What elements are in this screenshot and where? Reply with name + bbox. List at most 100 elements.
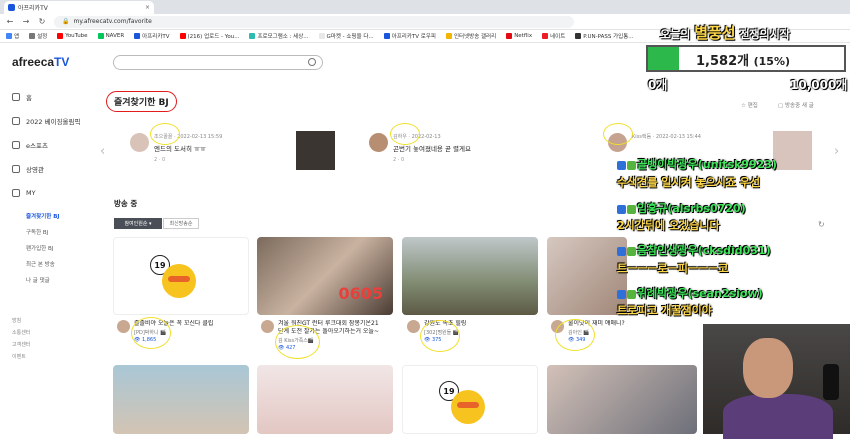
gauge-value: 1,582개 (15%) — [696, 54, 791, 69]
broadcast-thumbnail[interactable]: 0605 — [257, 237, 393, 315]
bookmark-item[interactable]: 네이트 — [542, 32, 565, 40]
sidebar-subitem[interactable]: 나 글 댓글 — [0, 272, 95, 288]
sidebar-footer-link[interactable]: 이벤트 — [0, 350, 95, 362]
bookmark-item[interactable]: 아프리카TV 로우피 — [383, 32, 436, 40]
sidebar-item[interactable]: MY — [0, 184, 95, 202]
sidebar-item[interactable]: 2022 베이징올림픽 — [0, 112, 95, 130]
sidebar-footer-link[interactable]: 소통센터 — [0, 326, 95, 338]
post-time: 2022-02-13 15:59 — [177, 134, 223, 140]
avatar — [130, 133, 149, 152]
sidebar-footer-link[interactable]: 방침 — [0, 314, 95, 326]
mascot-icon — [162, 264, 196, 298]
broadcast-thumbnail[interactable] — [547, 237, 627, 315]
scoreboard-graphic: 0605 — [338, 284, 383, 303]
logo-tv-text: TV — [54, 55, 70, 69]
sidebar-subitem[interactable]: 구독한 BJ — [0, 224, 95, 240]
avatar — [117, 320, 130, 333]
microphone-icon — [823, 364, 839, 400]
post-thumbnail[interactable] — [773, 131, 812, 170]
sidebar-item-label: 홈 — [26, 94, 32, 102]
sidebar: 홈 2022 베이징올림픽 e스포츠상영관 MY 즐겨찾기한 BJ 구독한 BJ 팬가입한 … — [0, 88, 95, 362]
bookmark-label: P.UN-PASS 가입통... — [583, 34, 634, 40]
bookmark-item[interactable]: Netflix — [506, 33, 532, 39]
browser-tab-bar: 아프리카TV × — [0, 0, 850, 14]
sidebar-footer-link[interactable]: 고객센터 — [0, 338, 95, 350]
star-balloon-gauge: 1,582개 (15%) — [646, 45, 846, 72]
sort-by-latest-button[interactable]: 최신방송순 — [163, 218, 199, 229]
browser-tab[interactable]: 아프리카TV × — [4, 1, 154, 14]
bookmark-item[interactable]: 설정 — [29, 32, 47, 40]
chat-message-text: 트로피코 개꿀잼이야 — [617, 304, 712, 317]
bookmark-label: Netflix — [514, 33, 533, 39]
logo-text: afreeca — [12, 55, 55, 69]
broadcast-thumbnail[interactable] — [547, 365, 697, 434]
reload-icon[interactable]: ↻ — [38, 17, 46, 26]
bookmark-favicon-icon — [97, 33, 104, 39]
sidebar-subitem[interactable]: 최근 본 방송 — [0, 256, 95, 272]
bookmark-favicon-icon — [179, 33, 186, 39]
post-thumbnail[interactable] — [296, 131, 335, 170]
highlight-circle — [275, 325, 320, 359]
edit-button[interactable]: ☆ 편집 — [741, 101, 758, 109]
sidebar-item[interactable]: e스포츠 — [0, 136, 95, 154]
user-badge-icon — [617, 160, 626, 170]
sidebar-item[interactable]: 홈 — [0, 88, 95, 106]
gauge-min-label: 0개 — [648, 78, 668, 92]
bookmark-item[interactable]: (216) 업로드 - You... — [179, 32, 239, 40]
broadcast-thumbnail[interactable] — [257, 365, 393, 434]
bookmark-item[interactable]: 아프리카TV — [134, 32, 170, 40]
sidebar-item[interactable]: 상영관 — [0, 160, 95, 178]
carousel-prev-icon[interactable]: ‹ — [100, 144, 105, 159]
bookmark-label: 앱 — [14, 34, 20, 40]
sidebar-subitem[interactable]: 팬가입한 BJ — [0, 240, 95, 256]
sidebar-subitem[interactable]: 즐겨찾기한 BJ — [0, 208, 95, 224]
forward-icon[interactable]: → — [22, 17, 30, 26]
streamer-body — [723, 394, 833, 439]
bookmark-label: YouTube — [65, 33, 88, 39]
bookmark-item[interactable]: 앱 — [6, 32, 19, 40]
bookmark-label: 네이트 — [550, 34, 566, 40]
user-badge-icon — [617, 246, 626, 256]
back-icon[interactable]: ← — [6, 17, 14, 26]
refresh-icon[interactable]: ↻ — [818, 220, 825, 229]
url-field[interactable]: 🔒 my.afreecatv.com/favorite — [54, 15, 574, 28]
bookmark-favicon-icon — [383, 33, 390, 39]
highlight-circle — [555, 319, 595, 351]
bookmark-item[interactable]: YouTube — [57, 33, 88, 39]
broadcast-thumbnail[interactable] — [113, 365, 249, 434]
bookmark-favicon-icon — [542, 33, 549, 39]
close-tab-icon[interactable]: × — [145, 4, 150, 11]
afreeca-logo[interactable]: afreecaTV — [12, 55, 69, 69]
post-stats: 2 · 0 — [154, 157, 166, 163]
streamer-face — [743, 338, 793, 398]
bookmark-item[interactable]: G마켓 - 쇼핑을 다... — [318, 32, 374, 40]
broadcast-thumbnail[interactable]: 19 — [402, 365, 538, 434]
bookmark-item[interactable]: NAVER — [97, 33, 125, 39]
live-section-heading: 방송 중 — [114, 199, 138, 208]
user-badge-icon — [617, 289, 626, 299]
sidebar-item-label: 2022 베이징올림픽 — [26, 118, 81, 126]
search-icon[interactable] — [308, 58, 316, 66]
bookmark-item[interactable]: 인터넷방송 갤러리 — [445, 32, 496, 40]
sort-new-post-button[interactable]: ▢ 방송중 새 글 — [778, 101, 814, 109]
tab-title: 아프리카TV — [18, 5, 48, 12]
bookmark-favicon-icon — [249, 33, 256, 39]
afreeca-favicon-icon — [8, 4, 15, 11]
bookmark-label: 아프리카TV — [142, 34, 170, 40]
bookmark-label: 아프리카TV 로우피 — [391, 34, 436, 40]
bookmark-favicon-icon — [29, 33, 36, 39]
broadcast-thumbnail[interactable]: 19 — [113, 237, 249, 315]
gauge-fill — [648, 47, 679, 70]
bookmark-label: NAVER — [105, 33, 125, 39]
fan-badge-icon — [627, 246, 636, 256]
bookmark-item[interactable]: P.UN-PASS 가입통... — [575, 32, 634, 40]
url-text: my.afreecatv.com/favorite — [73, 18, 152, 25]
carousel-next-icon[interactable]: › — [834, 144, 839, 159]
broadcast-thumbnail[interactable] — [402, 237, 538, 315]
post-time: 2022-02-13 15:44 — [655, 134, 701, 140]
search-input[interactable] — [113, 55, 323, 70]
chat-message-text: 수색견를 일시켜 놓으시죠 우선 — [617, 176, 761, 189]
chat-message-text: 트ㅡㅡㅡ로ㅡ피ㅡㅡㅡ코 — [617, 262, 729, 275]
bookmark-item[interactable]: 프로모그램소 : 세상... — [249, 32, 309, 40]
sort-by-viewers-button[interactable]: 참여인원순 ▾ — [114, 218, 162, 229]
